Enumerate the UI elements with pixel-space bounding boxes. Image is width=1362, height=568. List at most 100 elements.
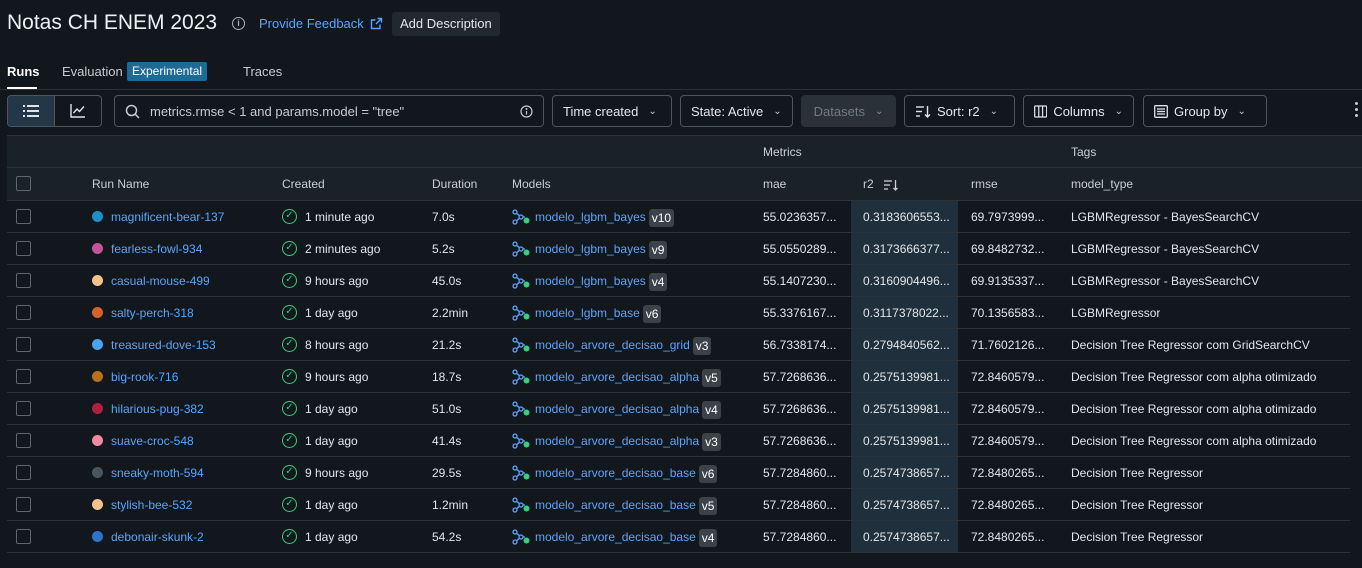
model-link[interactable]: modelo_lgbm_base (535, 306, 640, 320)
chart-view-button[interactable] (55, 96, 102, 126)
info-icon[interactable] (520, 104, 533, 118)
table-row: magnificent-bear-137 ✓ 1 minute ago 7.0s mod… (7, 201, 1350, 233)
row-checkbox[interactable] (16, 401, 31, 416)
sort-dropdown[interactable]: Sort: r2 ⌄ (904, 95, 1015, 127)
search-input[interactable] (150, 103, 510, 119)
row-checkbox[interactable] (16, 337, 31, 352)
model-icon (512, 241, 530, 257)
col-rmse[interactable]: rmse (971, 168, 998, 200)
created-value: 8 hours ago (305, 338, 369, 352)
created-cell: ✓ 1 day ago (282, 521, 358, 553)
table-row: treasured-dove-153 ✓ 8 hours ago 21.2s model… (7, 329, 1350, 361)
model-link[interactable]: modelo_arvore_decisao_base (535, 466, 696, 480)
row-checkbox[interactable] (16, 273, 31, 288)
run-name-link[interactable]: sneaky-moth-594 (111, 466, 204, 480)
add-description-button[interactable]: Add Description (392, 12, 500, 36)
run-name-link[interactable]: suave-croc-548 (111, 434, 194, 448)
model-link[interactable]: modelo_lgbm_bayes (535, 210, 646, 224)
duration-cell: 45.0s (432, 274, 462, 288)
duration-cell: 7.0s (432, 210, 455, 224)
col-mae[interactable]: mae (763, 168, 786, 200)
col-duration[interactable]: Duration (432, 168, 477, 200)
model-link[interactable]: modelo_arvore_decisao_grid (535, 338, 690, 352)
col-model-type[interactable]: model_type (1071, 168, 1133, 200)
search-box (114, 95, 544, 127)
more-options-icon[interactable] (1355, 102, 1359, 117)
tab-runs[interactable]: Runs (7, 64, 40, 79)
row-checkbox[interactable] (16, 241, 31, 256)
row-checkbox[interactable] (16, 465, 31, 480)
model-link[interactable]: modelo_arvore_decisao_alpha (535, 370, 699, 384)
state-dropdown[interactable]: State: Active ⌄ (680, 95, 793, 127)
run-name-link[interactable]: magnificent-bear-137 (111, 210, 224, 224)
datasets-dropdown[interactable]: Datasets ⌄ (801, 95, 896, 127)
row-checkbox[interactable] (16, 305, 31, 320)
model-type-cell: Decision Tree Regressor com alpha otimiz… (1071, 370, 1317, 384)
columns-dropdown[interactable]: Columns ⌄ (1023, 95, 1134, 127)
run-name-link[interactable]: casual-mouse-499 (111, 274, 210, 288)
model-link[interactable]: modelo_lgbm_bayes (535, 242, 646, 256)
row-checkbox[interactable] (16, 209, 31, 224)
row-checkbox[interactable] (16, 433, 31, 448)
line-chart-icon (70, 104, 85, 118)
model-link[interactable]: modelo_arvore_decisao_base (535, 498, 696, 512)
time-created-dropdown[interactable]: Time created ⌄ (552, 95, 672, 127)
run-name-link[interactable]: debonair-skunk-2 (111, 530, 204, 544)
model-link[interactable]: modelo_arvore_decisao_alpha (535, 434, 699, 448)
r2-cell: 0.2574738657... (863, 498, 950, 512)
run-name-link[interactable]: salty-perch-318 (111, 306, 194, 320)
tab-traces[interactable]: Traces (243, 64, 282, 79)
run-name-cell[interactable]: casual-mouse-499 (92, 265, 210, 297)
mae-cell: 55.1407230... (763, 274, 837, 288)
run-name-link[interactable]: hilarious-pug-382 (111, 402, 204, 416)
model-icon (512, 209, 530, 225)
run-name-cell[interactable]: debonair-skunk-2 (92, 521, 204, 553)
col-r2[interactable]: r2 (863, 168, 899, 200)
run-name-cell[interactable]: hilarious-pug-382 (92, 393, 204, 425)
external-link-icon (370, 17, 382, 30)
group-by-dropdown[interactable]: Group by ⌄ (1143, 95, 1267, 127)
run-name-cell[interactable]: sneaky-moth-594 (92, 457, 204, 489)
col-created[interactable]: Created (282, 168, 325, 200)
run-name-cell[interactable]: magnificent-bear-137 (92, 201, 224, 233)
table-view-button[interactable] (8, 96, 55, 126)
run-name-link[interactable]: stylish-bee-532 (111, 498, 192, 512)
model-icon (512, 433, 530, 449)
rmse-cell: 70.1356583... (971, 306, 1045, 320)
run-name-cell[interactable]: treasured-dove-153 (92, 329, 216, 361)
tab-evaluation[interactable]: Evaluation (62, 64, 123, 79)
table-row: debonair-skunk-2 ✓ 1 day ago 54.2s modelo_ar… (7, 521, 1350, 553)
col-run-name[interactable]: Run Name (92, 168, 149, 200)
run-name-cell[interactable]: stylish-bee-532 (92, 489, 192, 521)
provide-feedback-label: Provide Feedback (259, 16, 364, 31)
run-name-link[interactable]: treasured-dove-153 (111, 338, 216, 352)
mae-cell: 57.7268636... (763, 370, 837, 384)
col-models[interactable]: Models (512, 168, 551, 200)
info-icon[interactable]: i (232, 17, 245, 30)
select-all-checkbox[interactable] (16, 176, 31, 191)
run-name-cell[interactable]: fearless-fowl-934 (92, 233, 202, 265)
run-name-cell[interactable]: suave-croc-548 (92, 425, 194, 457)
run-name-cell[interactable]: salty-perch-318 (92, 297, 194, 329)
r2-cell: 0.3173666377... (863, 242, 950, 256)
provide-feedback-link[interactable]: Provide Feedback (259, 16, 383, 31)
time-created-label: Time created (563, 103, 639, 119)
row-checkbox[interactable] (16, 497, 31, 512)
created-cell: ✓ 1 day ago (282, 297, 358, 329)
created-value: 9 hours ago (305, 370, 369, 384)
run-name-link[interactable]: big-rook-716 (111, 370, 178, 384)
model-link[interactable]: modelo_arvore_decisao_alpha (535, 402, 699, 416)
model-link[interactable]: modelo_arvore_decisao_base (535, 530, 696, 544)
duration-cell: 21.2s (432, 338, 462, 352)
table-row: hilarious-pug-382 ✓ 1 day ago 51.0s modelo_a… (7, 393, 1350, 425)
model-link[interactable]: modelo_lgbm_bayes (535, 274, 646, 288)
row-checkbox[interactable] (16, 529, 31, 544)
metrics-group-header: Metrics (763, 145, 802, 159)
row-checkbox[interactable] (16, 369, 31, 384)
run-color-dot (92, 371, 103, 383)
run-name-cell[interactable]: big-rook-716 (92, 361, 178, 393)
success-check-icon: ✓ (282, 337, 297, 353)
model-icon (512, 465, 530, 481)
r2-cell: 0.3183606553... (863, 210, 950, 224)
run-name-link[interactable]: fearless-fowl-934 (111, 242, 202, 256)
